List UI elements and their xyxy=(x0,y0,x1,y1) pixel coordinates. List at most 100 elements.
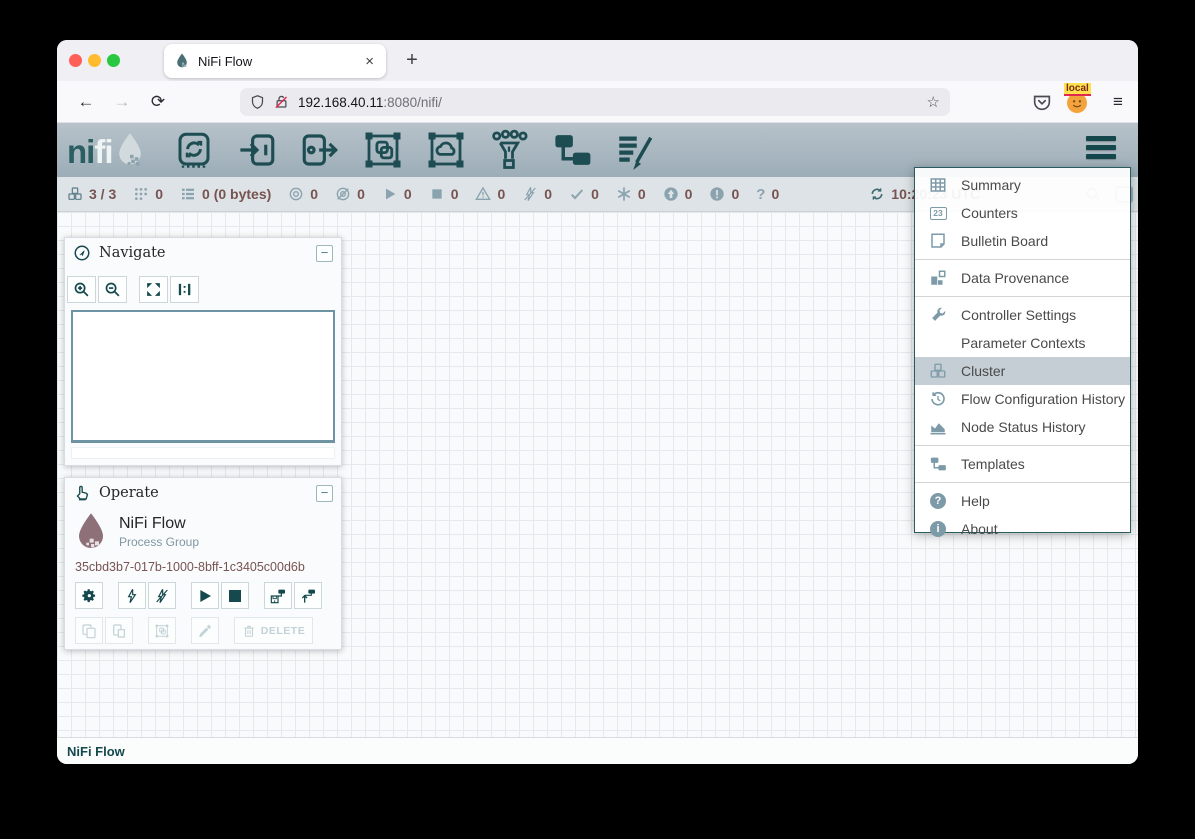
operate-collapse-button[interactable]: − xyxy=(316,485,333,502)
container-tab-badge: local xyxy=(1064,83,1091,96)
input-port-component-icon[interactable] xyxy=(236,129,278,171)
transmitting-icon xyxy=(288,186,304,202)
firefox-menu-icon[interactable]: ≡ xyxy=(1105,89,1131,115)
enable-button[interactable] xyxy=(118,582,146,609)
processor-component-icon[interactable] xyxy=(173,129,215,171)
upload-template-button[interactable] xyxy=(294,582,322,609)
menu-item-counters[interactable]: 23 Counters xyxy=(915,199,1130,227)
fill-color-button xyxy=(191,617,219,644)
menu-item-about[interactable]: i About xyxy=(915,515,1130,543)
refresh-icon[interactable] xyxy=(869,186,885,202)
insecure-lock-icon[interactable] xyxy=(274,94,289,110)
alert-circle-icon xyxy=(709,186,725,202)
zoom-fit-button[interactable] xyxy=(139,276,168,303)
nifi-droplet-icon xyxy=(115,132,145,168)
pocket-icon[interactable] xyxy=(1031,89,1053,115)
component-toolbar xyxy=(173,129,656,171)
birdseye-view[interactable] xyxy=(71,310,335,443)
disable-button[interactable] xyxy=(148,582,176,609)
tab-close-icon[interactable]: × xyxy=(363,53,376,70)
bulletin-board-icon xyxy=(928,231,948,251)
remote-process-group-component-icon[interactable] xyxy=(425,129,467,171)
nifi-logo: nifi xyxy=(67,132,145,168)
stop-button[interactable] xyxy=(221,582,249,609)
sync-failure-count: 0 xyxy=(771,186,779,202)
menu-item-data-provenance[interactable]: Data Provenance xyxy=(915,264,1130,292)
menu-separator xyxy=(915,482,1130,483)
navigate-panel: Navigate − xyxy=(64,237,342,466)
url-text[interactable]: 192.168.40.11:8080/nifi/ xyxy=(298,95,918,110)
help-icon: ? xyxy=(928,491,948,511)
running-icon xyxy=(382,186,398,202)
bookmark-star-icon[interactable]: ☆ xyxy=(927,93,940,111)
close-window-button[interactable] xyxy=(69,54,82,67)
configure-button[interactable] xyxy=(75,582,103,609)
breadcrumb[interactable]: NiFi Flow xyxy=(67,744,125,759)
navigate-tools xyxy=(65,268,341,303)
navigate-collapse-button[interactable]: − xyxy=(316,245,333,262)
disabled-icon xyxy=(522,186,538,202)
label-component-icon[interactable] xyxy=(614,129,656,171)
menu-item-parameter-contexts[interactable]: Parameter Contexts xyxy=(915,329,1130,357)
history-icon xyxy=(928,389,948,409)
zoom-actual-size-button[interactable] xyxy=(170,276,199,303)
paste-button xyxy=(105,617,133,644)
logo-ni: ni xyxy=(67,135,94,168)
url-host: 192.168.40.11 xyxy=(298,95,383,110)
invalid-count: 0 xyxy=(497,186,505,202)
back-button[interactable]: ← xyxy=(73,89,99,115)
template-component-icon[interactable] xyxy=(551,129,593,171)
menu-item-cluster[interactable]: Cluster xyxy=(915,357,1130,385)
reload-button[interactable]: ⟳ xyxy=(145,89,171,115)
data-provenance-icon xyxy=(928,268,948,288)
not-transmitting-count: 0 xyxy=(357,186,365,202)
status-stopped: 0 xyxy=(429,186,459,202)
status-locally-modified-stale: 0 xyxy=(709,186,739,202)
delete-label: DELETE xyxy=(261,625,305,637)
menu-item-help[interactable]: ? Help xyxy=(915,487,1130,515)
stopped-icon xyxy=(429,186,445,202)
save-template-button[interactable] xyxy=(264,582,292,609)
status-stale: 0 xyxy=(663,186,693,202)
about-icon: i xyxy=(928,519,948,539)
status-connected-nodes: 3 / 3 xyxy=(67,186,116,202)
zoom-in-button[interactable] xyxy=(67,276,96,303)
selected-component-type: Process Group xyxy=(119,535,199,549)
tab-bar: NiFi Flow × + xyxy=(57,40,1138,81)
no-icon xyxy=(928,333,948,353)
status-transmitting: 0 xyxy=(288,186,318,202)
menu-item-node-status-history[interactable]: Node Status History xyxy=(915,413,1130,441)
process-group-component-icon[interactable] xyxy=(362,129,404,171)
profile-avatar[interactable] xyxy=(1067,93,1087,113)
forward-button: → xyxy=(109,89,135,115)
status-active-threads: 0 xyxy=(133,186,163,202)
cluster-icon xyxy=(928,361,948,381)
process-group-droplet-icon xyxy=(75,512,107,552)
zoom-window-button[interactable] xyxy=(107,54,120,67)
start-button[interactable] xyxy=(191,582,219,609)
funnel-component-icon[interactable] xyxy=(488,129,530,171)
status-queued: 0 (0 bytes) xyxy=(180,186,271,202)
menu-separator xyxy=(915,259,1130,260)
menu-item-templates[interactable]: Templates xyxy=(915,450,1130,478)
selected-component: NiFi Flow Process Group xyxy=(75,512,331,552)
output-port-component-icon[interactable] xyxy=(299,129,341,171)
menu-item-flow-configuration-history[interactable]: Flow Configuration History xyxy=(915,385,1130,413)
operate-header: Operate − xyxy=(65,478,341,508)
locally-modified-count: 0 xyxy=(638,186,646,202)
menu-item-summary[interactable]: Summary xyxy=(915,171,1130,199)
browser-tab[interactable]: NiFi Flow × xyxy=(164,44,386,78)
new-tab-button[interactable]: + xyxy=(399,48,425,74)
wrench-icon xyxy=(928,305,948,325)
minimize-window-button[interactable] xyxy=(88,54,101,67)
status-not-transmitting: 0 xyxy=(335,186,365,202)
shield-icon[interactable] xyxy=(250,94,265,110)
menu-item-controller-settings[interactable]: Controller Settings xyxy=(915,301,1130,329)
status-sync-failure: ? 0 xyxy=(756,186,779,203)
copy-button xyxy=(75,617,103,644)
menu-item-bulletin-board[interactable]: Bulletin Board xyxy=(915,227,1130,255)
navigate-title: Navigate xyxy=(99,245,308,261)
global-menu-button[interactable] xyxy=(1086,136,1116,163)
zoom-out-button[interactable] xyxy=(98,276,127,303)
url-bar[interactable]: 192.168.40.11:8080/nifi/ ☆ xyxy=(240,88,950,116)
